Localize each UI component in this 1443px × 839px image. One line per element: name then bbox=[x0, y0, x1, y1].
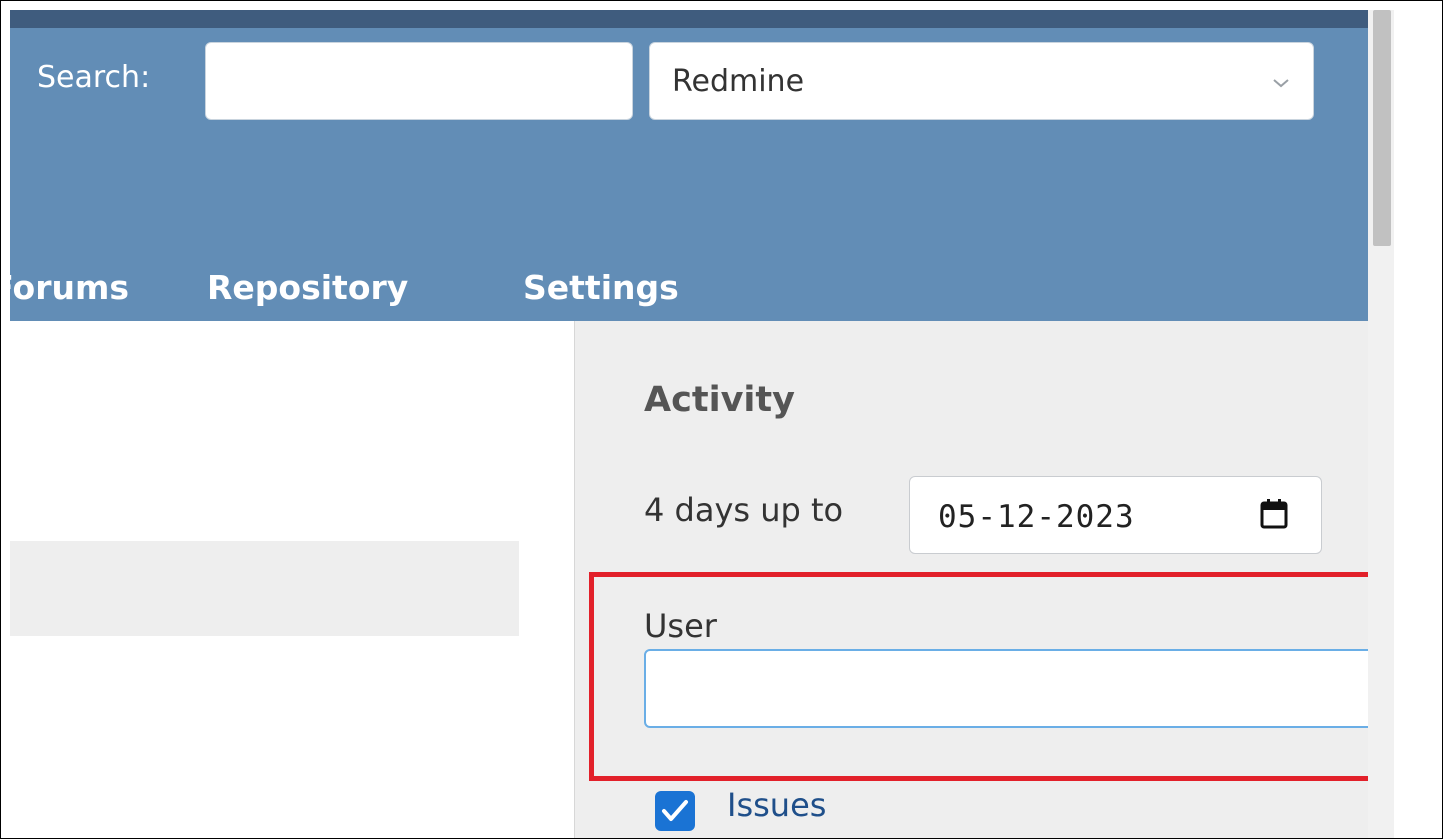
browser-viewport: Search: Redmine Forums Repository Settin… bbox=[0, 0, 1443, 839]
user-label: User bbox=[644, 607, 717, 645]
sidebar-title: Activity bbox=[644, 380, 795, 420]
days-label: 4 days up to bbox=[644, 491, 844, 529]
content-row-placeholder bbox=[10, 541, 519, 636]
tab-settings[interactable]: Settings bbox=[523, 263, 679, 313]
issues-checkbox[interactable] bbox=[655, 791, 695, 831]
tab-forums[interactable]: Forums bbox=[1, 263, 129, 313]
main-menu: Forums Repository Settings bbox=[1, 263, 1368, 313]
date-value: 05-12-2023 bbox=[938, 499, 1135, 535]
tab-repository[interactable]: Repository bbox=[207, 263, 408, 313]
search-label: Search: bbox=[37, 60, 151, 95]
search-input[interactable] bbox=[205, 42, 633, 120]
page-margin bbox=[1394, 1, 1442, 838]
checkmark-icon bbox=[662, 800, 688, 821]
issues-label: Issues bbox=[727, 786, 827, 824]
top-menu-bar bbox=[10, 10, 1368, 28]
chevron-down-icon bbox=[1273, 79, 1289, 88]
project-jump-select[interactable]: Redmine bbox=[649, 42, 1314, 120]
scrollbar-thumb[interactable] bbox=[1373, 10, 1391, 246]
project-select-value: Redmine bbox=[672, 64, 805, 99]
date-input[interactable]: 05-12-2023 bbox=[909, 476, 1322, 554]
calendar-icon[interactable] bbox=[1259, 498, 1289, 530]
user-input[interactable] bbox=[644, 649, 1384, 728]
